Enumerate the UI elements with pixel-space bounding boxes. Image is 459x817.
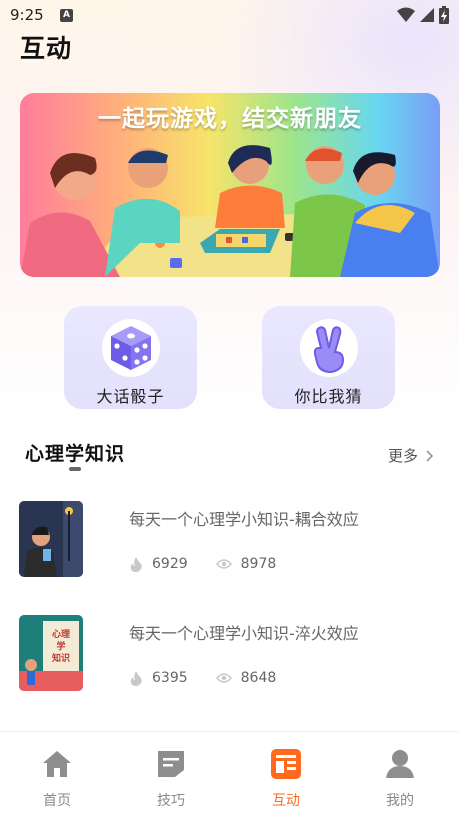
battery-icon xyxy=(439,6,449,24)
eye-icon xyxy=(215,673,232,683)
fire-icon xyxy=(130,671,142,686)
section-title: 心理学知识 xyxy=(25,443,126,465)
svg-text:知识: 知识 xyxy=(51,652,70,664)
article-title: 每天一个心理学小知识-耦合效应 xyxy=(129,510,359,529)
chevron-right-icon xyxy=(426,449,434,462)
guess-game-button[interactable]: 你比我猜 xyxy=(262,306,395,409)
svg-text:学: 学 xyxy=(56,640,65,652)
nav-interact-label: 互动 xyxy=(272,793,300,809)
likes-count: 6929 xyxy=(152,556,188,572)
more-link[interactable]: 更多 xyxy=(388,445,434,466)
wifi-icon xyxy=(397,7,415,22)
views-count: 8648 xyxy=(240,670,277,686)
dice-game-label: 大话骰子 xyxy=(96,387,165,406)
article-stats: 6929 8978 xyxy=(129,556,304,572)
nav-profile-label: 我的 xyxy=(386,793,414,809)
eye-icon xyxy=(215,559,232,569)
nav-tips[interactable]: 技巧 xyxy=(136,748,206,810)
nav-home-label: 首页 xyxy=(43,793,71,809)
status-time: 9:25 xyxy=(10,6,44,24)
guess-game-label: 你比我猜 xyxy=(294,387,363,406)
svg-text:心理: 心理 xyxy=(52,629,70,640)
section-underline xyxy=(69,467,81,471)
more-label: 更多 xyxy=(388,447,419,465)
dice-icon xyxy=(102,319,160,377)
list-item[interactable]: 心理 学 知识 每天一个心理学小知识-淬火效应 6395 8648 xyxy=(0,615,459,705)
interact-icon xyxy=(271,749,301,779)
banner[interactable]: 一起玩游戏，结交新朋友 xyxy=(20,93,440,277)
bottom-nav: 首页 技巧 互动 我的 xyxy=(0,731,459,817)
article-stats: 6395 8648 xyxy=(129,670,304,686)
status-bar: 9:25 A xyxy=(0,0,459,30)
signal-icon xyxy=(420,8,434,22)
notification-icon: A xyxy=(60,9,73,22)
list-item[interactable]: 每天一个心理学小知识-耦合效应 6929 8978 xyxy=(0,501,459,591)
nav-interact[interactable]: 互动 xyxy=(251,748,321,810)
note-icon xyxy=(158,751,184,777)
article-thumbnail xyxy=(19,501,83,577)
nav-profile[interactable]: 我的 xyxy=(365,748,435,810)
nav-tips-label: 技巧 xyxy=(157,793,185,809)
status-icons xyxy=(397,6,449,24)
nav-home[interactable]: 首页 xyxy=(22,748,92,810)
views-count: 8978 xyxy=(240,556,277,572)
home-icon xyxy=(43,751,71,777)
dice-game-button[interactable]: 大话骰子 xyxy=(64,306,197,409)
page-title: 互动 xyxy=(20,34,73,63)
fire-icon xyxy=(130,557,142,572)
banner-title: 一起玩游戏，结交新朋友 xyxy=(98,106,362,132)
article-title: 每天一个心理学小知识-淬火效应 xyxy=(129,624,359,643)
user-icon xyxy=(386,750,414,778)
likes-count: 6395 xyxy=(152,670,188,686)
victory-hand-icon xyxy=(300,319,358,377)
article-thumbnail: 心理 学 知识 xyxy=(19,615,83,691)
